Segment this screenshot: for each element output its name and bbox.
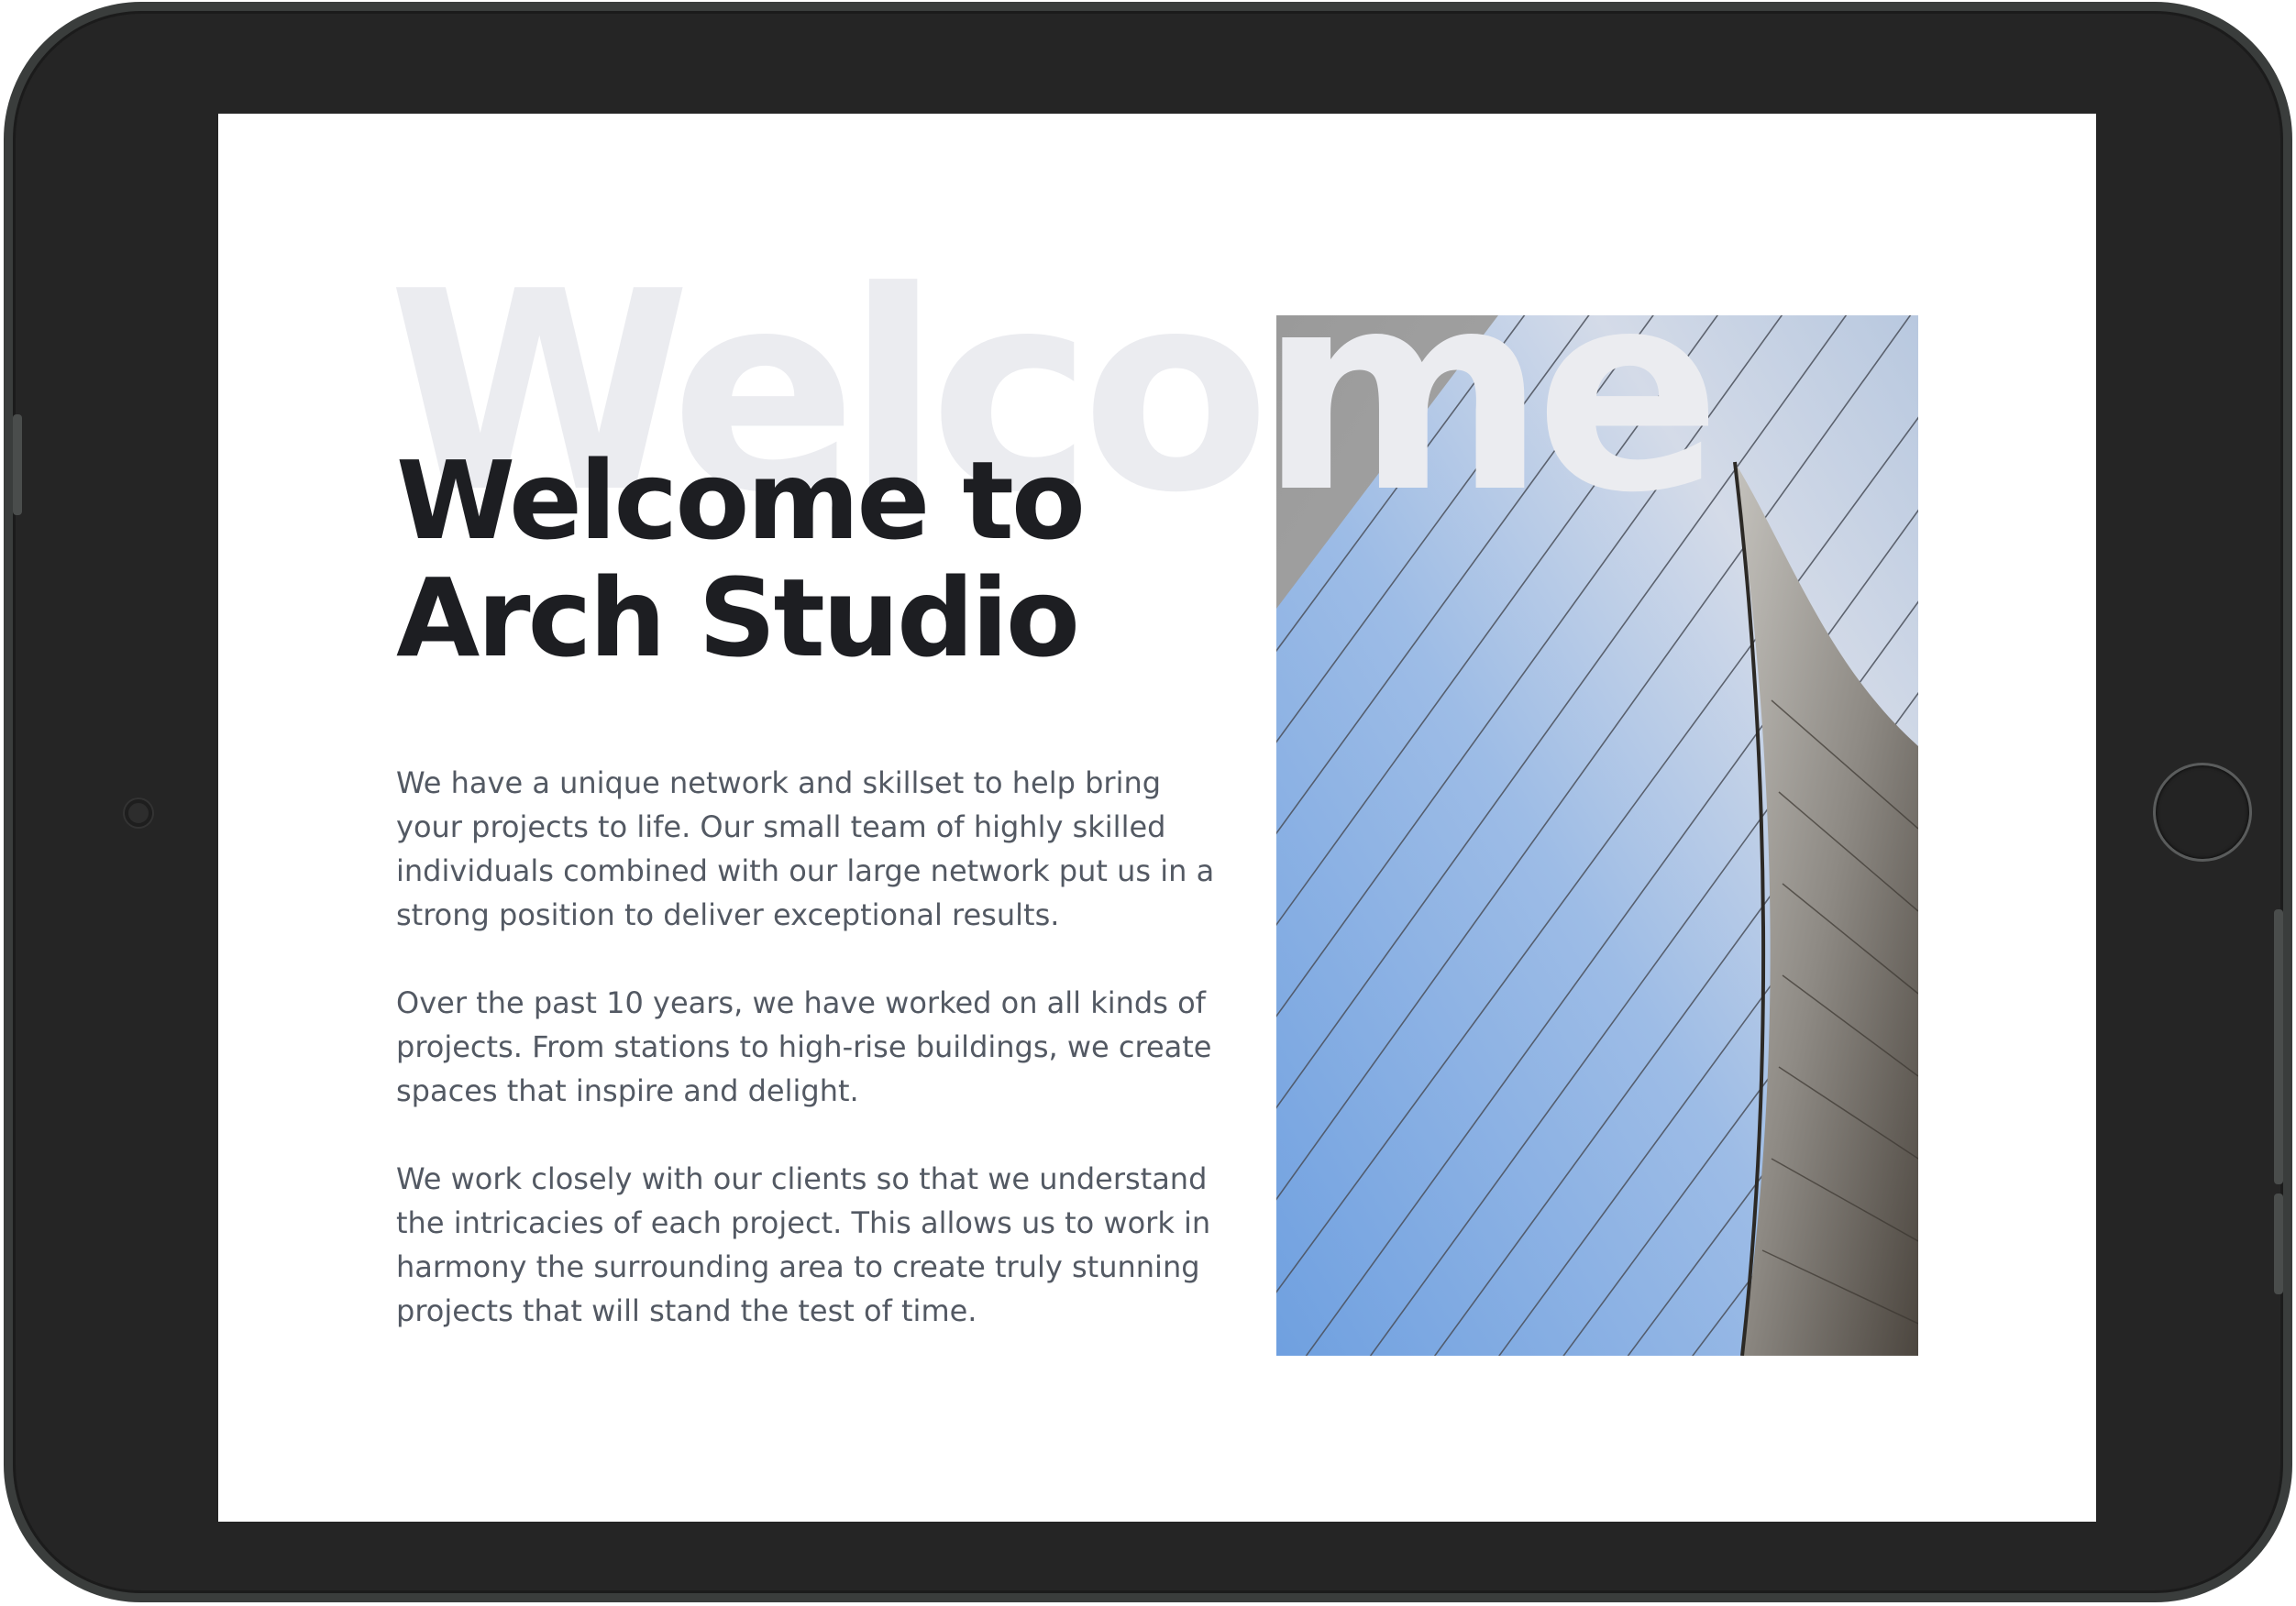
page-title-line-1: Welcome to — [396, 437, 1086, 564]
volume-button — [13, 414, 22, 515]
page-title-line-2: Arch Studio — [396, 555, 1080, 681]
intro-paragraph-2: Over the past 10 years, we have worked o… — [396, 985, 1212, 1108]
intro-text: We have a unique network and skillset to… — [396, 761, 1221, 1377]
home-button[interactable] — [2153, 763, 2252, 862]
side-button — [2274, 909, 2283, 1184]
page-title: Welcome to Arch Studio — [396, 442, 1148, 676]
screen: Welcome Welcome to Arch Studio We have a… — [218, 114, 2096, 1522]
camera-icon — [125, 799, 152, 827]
side-button-lower — [2274, 1194, 2283, 1294]
intro-paragraph-1: We have a unique network and skillset to… — [396, 765, 1215, 932]
tablet-frame: Welcome Welcome to Arch Studio We have a… — [4, 2, 2292, 1602]
intro-paragraph-3: We work closely with our clients so that… — [396, 1161, 1211, 1328]
